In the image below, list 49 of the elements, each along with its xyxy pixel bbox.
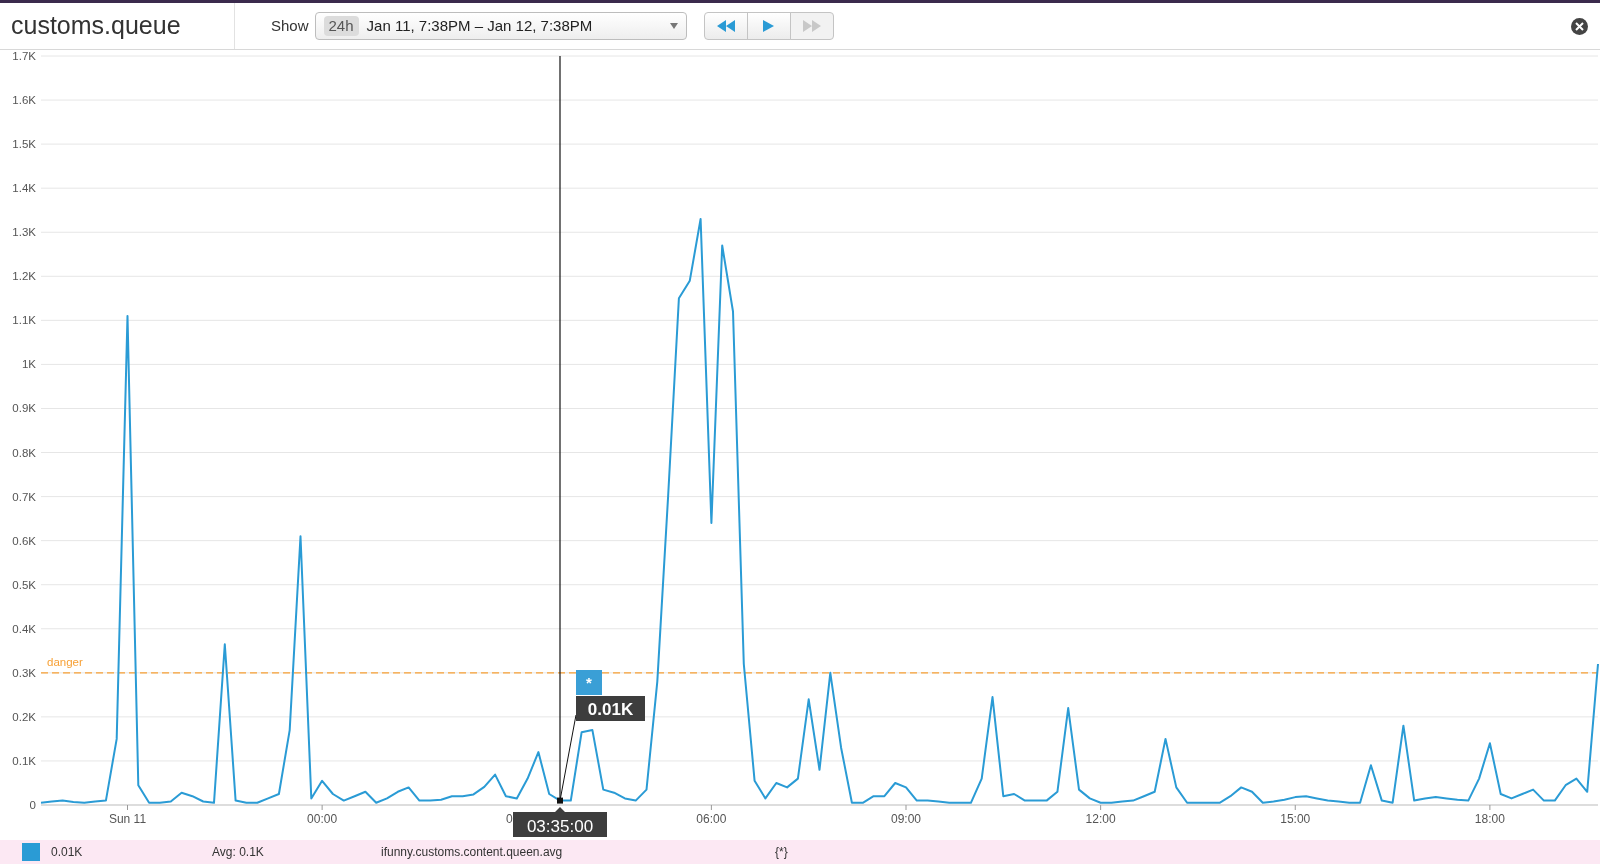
x-axis-label: 00:00: [307, 812, 338, 826]
legend-scope: {*}: [775, 844, 788, 861]
threshold-label: danger: [47, 655, 83, 668]
y-axis-label: 1.5K: [12, 138, 36, 151]
range-badge: 24h: [323, 16, 359, 36]
play-icon: [763, 20, 775, 32]
y-axis-label: 0.3K: [12, 666, 36, 679]
y-axis-label: 1.1K: [12, 314, 36, 327]
y-axis-label: 0.6K: [12, 534, 36, 547]
series-marker: *: [576, 670, 602, 695]
annotation: 0.01K: [587, 700, 634, 719]
rewind-icon: [716, 20, 735, 32]
x-axis-label: 18:00: [1474, 812, 1505, 826]
x-axis-label: 09:00: [891, 812, 921, 826]
y-axis-label: 0: [29, 799, 36, 811]
close-icon: [1575, 21, 1584, 31]
legend-value: 0.01K: [51, 844, 84, 861]
y-axis-label: 1.3K: [12, 226, 36, 239]
y-axis-label: 1.7K: [12, 50, 36, 62]
close-button[interactable]: [1571, 17, 1588, 35]
x-axis-label: 15:00: [1280, 812, 1311, 826]
y-axis-label: 0.9K: [12, 402, 36, 415]
x-axis-label: 12:00: [1085, 812, 1116, 826]
time-range-dropdown[interactable]: 24h Jan 11, 7:38PM – Jan 12, 7:38PM: [314, 12, 687, 40]
y-axis-label: 1.2K: [12, 270, 36, 283]
time-tooltip: 03:35:00: [513, 807, 607, 837]
y-axis-label: 0.1K: [12, 754, 36, 767]
y-axis-label: 0.2K: [12, 710, 36, 723]
y-axis-label: 0.7K: [12, 490, 36, 503]
y-axis-label: 0.5K: [12, 578, 36, 591]
y-axis-label: 1.6K: [12, 94, 36, 107]
fast-forward-icon: [802, 20, 821, 32]
x-axis-label: 06:00: [696, 812, 727, 826]
y-axis-label: 1.4K: [12, 182, 36, 195]
y-axis-label: 0.4K: [12, 622, 36, 635]
legend-metric: ifunny.customs.content.queen.avg: [381, 844, 564, 861]
point-marker: [557, 797, 563, 804]
y-axis-label: 1K: [21, 358, 36, 371]
chart-title: customs.queue: [11, 10, 181, 42]
show-label: Show: [271, 15, 309, 36]
y-axis-label: 0.8K: [12, 446, 36, 459]
legend-average: Avg: 0.1K: [212, 844, 265, 861]
caret-icon: [669, 23, 678, 29]
x-axis-label: Sun 11: [108, 812, 147, 826]
x-axis-label: 0: [506, 812, 513, 826]
value-tooltip: 0.01K: [576, 696, 645, 721]
range-text: Jan 11, 7:38PM – Jan 12, 7:38PM: [366, 15, 593, 36]
play-button[interactable]: [746, 12, 791, 40]
rewind-button[interactable]: [703, 12, 748, 40]
